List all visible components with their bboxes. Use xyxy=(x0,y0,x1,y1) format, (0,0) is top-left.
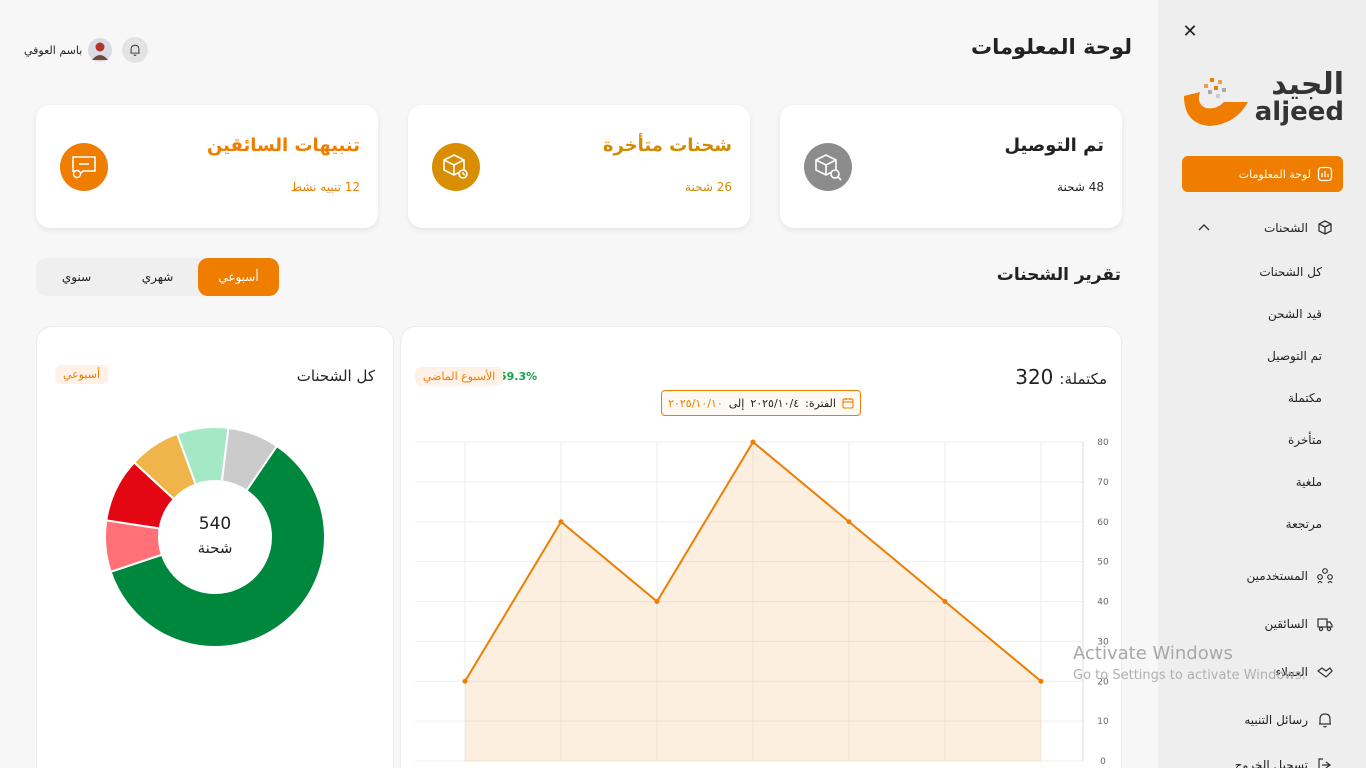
y-tick-label: 60 xyxy=(1097,518,1109,528)
data-point[interactable] xyxy=(750,439,756,445)
card-delivered-title: تم التوصيل xyxy=(1004,135,1104,156)
chevron-up-icon[interactable] xyxy=(1196,220,1212,236)
card-alerts-title: تنبيهات السائقين xyxy=(206,135,360,156)
logo: الجيد aljeed xyxy=(1180,70,1344,130)
data-point[interactable] xyxy=(846,519,852,525)
sub-item-delivered[interactable]: تم التوصيل xyxy=(1267,349,1322,363)
user-menu[interactable]: باسم العوفي xyxy=(24,37,149,63)
toggle-yearly[interactable]: سنوي xyxy=(36,258,117,296)
card-delivered[interactable]: تم التوصيل 48 شحنة xyxy=(780,105,1122,228)
toggle-weekly[interactable]: أسبوعي xyxy=(198,258,279,296)
logo-text-ar: الجيد xyxy=(1271,67,1344,102)
avatar-icon xyxy=(92,42,109,60)
data-point[interactable] xyxy=(654,599,660,604)
logout-icon xyxy=(1318,758,1331,768)
nav-item-users[interactable]: المستخدمين xyxy=(1247,567,1334,585)
data-point[interactable] xyxy=(1038,678,1044,684)
notifications-button[interactable] xyxy=(122,37,149,63)
avatar[interactable] xyxy=(88,38,113,62)
y-tick-label: 50 xyxy=(1097,558,1109,568)
nav-item-drivers[interactable]: السائقين xyxy=(1264,615,1334,633)
handshake-icon xyxy=(1317,667,1333,678)
donut-center-label: شحنة xyxy=(197,539,233,557)
logo-mark-icon xyxy=(1184,78,1248,126)
card-alerts-count: 12 تنبيه نشط xyxy=(291,180,360,194)
period-toggle: سنوي شهري أسبوعي xyxy=(36,258,279,296)
nav-item-logout-label: تسجيل الخروج xyxy=(1234,758,1308,768)
card-late-title: شحنات متأخرة xyxy=(602,135,732,156)
y-tick-label: 10 xyxy=(1097,717,1109,727)
data-point[interactable] xyxy=(558,519,564,525)
nav-item-shipments-label: الشحنات xyxy=(1263,221,1308,235)
nav-item-dashboard[interactable]: لوحة المعلومات xyxy=(1182,156,1343,192)
close-icon[interactable]: ✕ xyxy=(1180,22,1200,42)
card-driver-alerts[interactable]: تنبيهات السائقين 12 تنبيه نشط xyxy=(36,105,378,228)
donut-center-value: 540 xyxy=(198,514,232,534)
line-chart: 01020304050607080 xyxy=(415,438,1109,767)
y-tick-label: 70 xyxy=(1097,478,1109,488)
chart-icon xyxy=(1317,166,1333,182)
nav-item-drivers-label: السائقين xyxy=(1264,617,1308,631)
message-alert-icon xyxy=(60,143,108,191)
data-point[interactable] xyxy=(942,599,948,604)
nav-item-alerts[interactable]: رسائل التنبيه xyxy=(1244,711,1334,729)
y-tick-label: 40 xyxy=(1097,598,1109,608)
bell-icon xyxy=(130,44,140,56)
card-late-count: 26 شحنة xyxy=(685,180,732,194)
nav-item-shipments[interactable]: الشحنات xyxy=(1264,219,1334,237)
package-clock-icon xyxy=(432,143,480,191)
line-panel: مكتملة: 320 59.3% الأسبوع الماضي الفترة:… xyxy=(400,326,1122,768)
sub-item-complete[interactable]: مكتملة xyxy=(1288,391,1322,405)
data-point[interactable] xyxy=(462,678,468,684)
package-search-icon xyxy=(804,143,852,191)
nav-item-alerts-label: رسائل التنبيه xyxy=(1244,713,1308,727)
y-tick-label: 80 xyxy=(1097,438,1109,448)
logo-text-en: aljeed xyxy=(1254,97,1344,127)
sub-item-all[interactable]: كل الشحنات xyxy=(1259,265,1322,279)
nav-item-dashboard-label: لوحة المعلومات xyxy=(1238,167,1311,181)
truck-icon xyxy=(1317,618,1333,632)
donut-panel: كل الشحنات أسبوعي 540 شحنة xyxy=(36,326,394,768)
report-title: تقرير الشحنات xyxy=(996,265,1121,285)
windows-watermark-title: Activate Windows xyxy=(1073,643,1233,664)
sub-item-late[interactable]: متأخرة xyxy=(1288,433,1322,447)
card-delivered-count: 48 شحنة xyxy=(1057,180,1104,194)
box-icon xyxy=(1318,220,1332,235)
nav-item-users-label: المستخدمين xyxy=(1246,569,1308,583)
bell-icon xyxy=(1319,713,1331,728)
nav-item-logout[interactable]: تسجيل الخروج xyxy=(1235,756,1334,768)
sub-item-in-transit[interactable]: قيد الشحن xyxy=(1268,307,1322,321)
y-tick-label: 0 xyxy=(1100,757,1106,767)
user-name: باسم العوفي xyxy=(24,43,83,57)
users-icon xyxy=(1317,568,1333,584)
windows-watermark-sub: Go to Settings to activate Windows. xyxy=(1073,668,1306,683)
toggle-monthly[interactable]: شهري xyxy=(117,258,198,296)
page-title: لوحة المعلومات xyxy=(971,35,1132,59)
card-late[interactable]: شحنات متأخرة 26 شحنة xyxy=(408,105,750,228)
sub-item-cancelled[interactable]: ملغية xyxy=(1296,475,1322,489)
sub-item-returned[interactable]: مرتجعة xyxy=(1286,517,1322,531)
